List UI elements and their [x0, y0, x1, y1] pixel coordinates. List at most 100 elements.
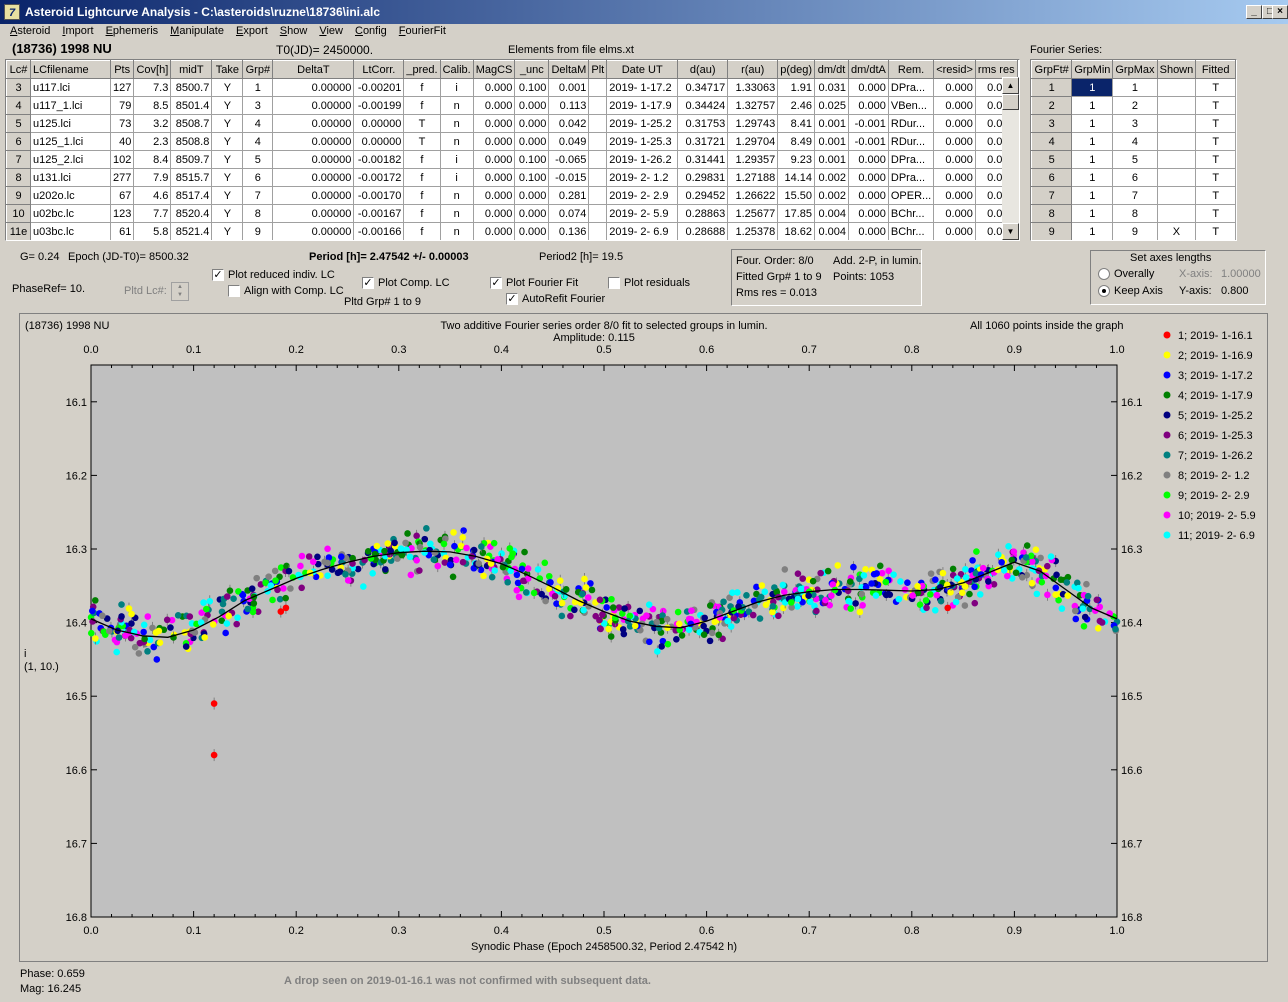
data-point[interactable]: [706, 602, 714, 609]
table-cell[interactable]: 1: [1071, 96, 1114, 115]
data-point[interactable]: [427, 540, 434, 548]
data-point[interactable]: [872, 592, 880, 599]
data-point[interactable]: [272, 577, 279, 584]
data-point[interactable]: [852, 600, 859, 607]
minimize-button[interactable]: _: [1246, 5, 1262, 19]
menu-config[interactable]: Config: [349, 24, 393, 41]
menu-import[interactable]: Import: [56, 24, 99, 41]
table-cell[interactable]: 0.000: [514, 222, 550, 240]
data-point[interactable]: [769, 602, 777, 610]
data-point[interactable]: [958, 589, 966, 596]
data-point[interactable]: [976, 591, 984, 598]
table-cell[interactable]: 0.004: [814, 204, 850, 223]
table-cell[interactable]: 1: [1071, 132, 1114, 151]
data-point[interactable]: [873, 570, 880, 577]
row-header[interactable]: 8: [1031, 204, 1073, 223]
data-point[interactable]: [92, 635, 99, 642]
data-point[interactable]: [509, 550, 517, 557]
table-cell[interactable]: 5: [1112, 150, 1158, 169]
data-point[interactable]: [953, 575, 961, 582]
data-point[interactable]: [715, 631, 723, 639]
table-cell[interactable]: 14.14: [777, 168, 816, 187]
data-point[interactable]: [749, 611, 757, 619]
data-point[interactable]: [250, 600, 258, 607]
data-point[interactable]: [209, 621, 217, 628]
data-point[interactable]: [971, 583, 978, 591]
data-point[interactable]: [939, 569, 947, 577]
table-cell[interactable]: -0.00199: [353, 96, 405, 115]
data-point[interactable]: [450, 529, 457, 536]
table-cell[interactable]: 2019- 1-25.2: [606, 114, 679, 133]
lc-col-header[interactable]: Rem.: [887, 60, 935, 79]
data-point[interactable]: [850, 563, 857, 571]
data-point[interactable]: [271, 567, 279, 575]
table-cell[interactable]: 0.000: [933, 132, 976, 151]
data-point[interactable]: [664, 640, 672, 648]
row-header[interactable]: 11e: [6, 222, 31, 240]
data-point[interactable]: [1071, 607, 1079, 615]
row-header[interactable]: 1: [1031, 78, 1073, 97]
close-button[interactable]: ×: [1272, 5, 1288, 19]
data-point[interactable]: [636, 607, 644, 615]
y-axis-input[interactable]: 0.800: [1221, 285, 1249, 297]
table-cell[interactable]: u117_1.lci: [30, 96, 111, 115]
table-cell[interactable]: 40: [109, 132, 135, 151]
table-cell[interactable]: 0.000: [933, 222, 976, 240]
table-cell[interactable]: -0.065: [548, 150, 590, 169]
data-point[interactable]: [434, 562, 442, 570]
data-point[interactable]: [1083, 580, 1090, 588]
table-cell[interactable]: 0.000: [514, 204, 550, 223]
row-header[interactable]: 7: [6, 150, 31, 169]
lc-col-header[interactable]: Take: [211, 60, 244, 79]
data-point[interactable]: [904, 579, 911, 586]
lc-row[interactable]: 7 u125_2.lci 102 8.4 8509.7 Y 5 0.00000 -0.00182…: [6, 150, 1018, 169]
data-point[interactable]: [701, 614, 709, 622]
table-cell[interactable]: 0.34424: [677, 96, 729, 115]
menu-export[interactable]: Export: [230, 24, 274, 41]
lc-row[interactable]: 5 u125.lci 73 3.2 8508.7 Y 4 0.00000 0.00000 Tn 0.…: [6, 114, 1018, 133]
data-point[interactable]: [1047, 553, 1055, 560]
table-cell[interactable]: 2019- 1-17.2: [606, 78, 679, 97]
table-cell[interactable]: T: [403, 132, 441, 151]
table-cell[interactable]: 0.31753: [677, 114, 729, 133]
table-cell[interactable]: [588, 204, 608, 223]
data-point[interactable]: [995, 551, 1002, 559]
data-point[interactable]: [762, 601, 770, 609]
table-cell[interactable]: T: [1195, 204, 1236, 223]
lc-col-header[interactable]: dm/dt: [814, 60, 850, 79]
data-point[interactable]: [522, 589, 530, 596]
table-cell[interactable]: [1156, 150, 1197, 169]
row-header[interactable]: 4: [6, 96, 31, 115]
table-cell[interactable]: u117.lci: [30, 78, 111, 97]
data-point[interactable]: [727, 623, 735, 630]
table-cell[interactable]: 8509.7: [170, 150, 213, 169]
data-point[interactable]: [1075, 584, 1082, 592]
table-cell[interactable]: 2019- 2- 2.9: [606, 186, 679, 205]
data-point[interactable]: [490, 539, 498, 547]
table-cell[interactable]: 8.5: [133, 96, 172, 115]
data-point[interactable]: [530, 589, 538, 597]
data-point[interactable]: [805, 592, 812, 599]
data-point[interactable]: [605, 625, 612, 633]
data-point[interactable]: [391, 539, 398, 547]
data-point[interactable]: [658, 643, 665, 650]
row-header[interactable]: 4: [1031, 132, 1073, 151]
data-point[interactable]: [91, 597, 99, 604]
lc-row[interactable]: 10 u02bc.lc 123 7.7 8520.4 Y 8 0.00000 -0.00167 f…: [6, 204, 1018, 223]
data-point[interactable]: [914, 582, 921, 590]
data-point[interactable]: [406, 553, 414, 561]
lc-col-header[interactable]: LtCorr.: [353, 60, 405, 79]
row-header[interactable]: 9: [6, 186, 31, 205]
plot-comp-checkbox[interactable]: ✓ Plot Comp. LC: [362, 277, 450, 290]
data-point[interactable]: [314, 553, 321, 561]
table-cell[interactable]: 8.49: [777, 132, 816, 151]
table-cell[interactable]: 0.000: [472, 78, 516, 97]
data-point[interactable]: [127, 634, 135, 642]
data-point[interactable]: [253, 574, 260, 582]
data-point[interactable]: [897, 578, 904, 585]
lc-col-header[interactable]: Pts: [109, 60, 135, 79]
table-cell[interactable]: 9: [242, 222, 274, 240]
data-point[interactable]: [678, 632, 686, 639]
menu-fourierfit[interactable]: FourierFit: [393, 24, 452, 41]
table-cell[interactable]: 1: [1071, 186, 1114, 205]
